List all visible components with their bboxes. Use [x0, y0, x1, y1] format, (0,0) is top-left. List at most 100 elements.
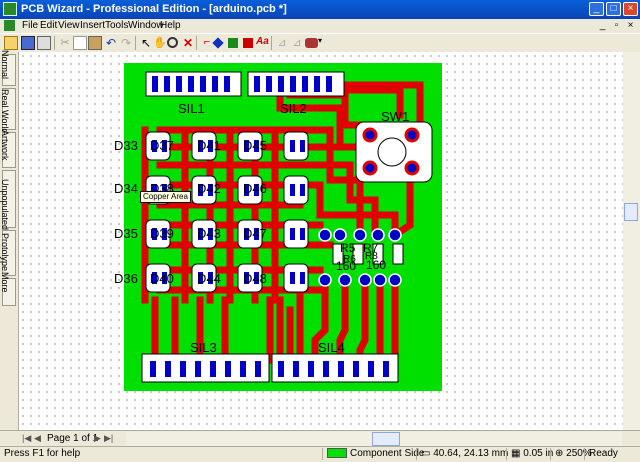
status-state: Ready — [584, 448, 640, 460]
tab-normal[interactable]: Normal — [0, 50, 16, 86]
tab-artwork[interactable]: Artwork — [0, 130, 16, 168]
r7-value: 160 — [366, 258, 386, 272]
menu-file[interactable]: File — [22, 20, 38, 31]
status-help: Press F1 for help — [4, 448, 81, 459]
sil2-label: SIL2 — [280, 101, 307, 116]
tab-protolype[interactable]: Protolype — [0, 230, 16, 276]
cut-icon[interactable]: ✂ — [58, 36, 72, 50]
app-icon — [3, 2, 17, 16]
solder-mask-icon[interactable] — [243, 38, 253, 48]
maximize-button[interactable]: □ — [606, 2, 621, 16]
r5-label: R5 — [340, 241, 356, 255]
pointer-icon[interactable]: ↖ — [139, 36, 153, 50]
zoom-icon: ⊕ — [555, 448, 567, 459]
sil1-label: SIL1 — [178, 101, 205, 116]
doc-restore-button[interactable]: ▫ — [610, 20, 623, 32]
menu-edit[interactable]: Edit — [40, 20, 57, 31]
pcb-canvas[interactable]: SIL1 SIL2 SIL3 SIL4 SW1 D33 D34 D35 D36 … — [19, 52, 623, 430]
sil3-outline — [141, 353, 270, 383]
next-page-icon[interactable]: ▶ — [94, 433, 101, 444]
d48-label: D48 — [243, 271, 267, 286]
d39-label: D39 — [150, 226, 174, 241]
tab-unpopulated[interactable]: Unpopulated — [0, 170, 16, 230]
page-nav-bar: |◀ ◀ Page 1 of 1 ▶ ▶| — [0, 430, 640, 447]
vertical-scrollbar[interactable] — [623, 52, 640, 430]
window-title: PCB Wizard - Professional Edition - [ard… — [21, 3, 287, 15]
toolbar: ✂ ↶ ↷ ↖ ✋ ✕ ⌐ Aa ⊿ ⊿ ▾ — [0, 33, 640, 53]
copy-icon[interactable] — [73, 36, 87, 50]
undo-icon[interactable]: ↶ — [104, 36, 118, 50]
separator — [54, 36, 55, 50]
minimize-button[interactable]: _ — [589, 2, 604, 16]
menu-view[interactable]: View — [58, 20, 80, 31]
d43-label: D43 — [197, 226, 221, 241]
first-page-icon[interactable]: |◀ — [22, 433, 31, 444]
delete-icon[interactable]: ✕ — [181, 36, 195, 50]
status-bar: Press F1 for help Component Side ▭ 40.64… — [0, 446, 640, 462]
d45-label: D45 — [243, 138, 267, 153]
vertical-scroll-thumb[interactable] — [624, 203, 638, 221]
status-zoom: ⊕ 250% — [550, 448, 592, 460]
horizontal-scrollbar[interactable] — [126, 432, 622, 446]
layer-label: Component Side — [350, 448, 425, 459]
d33-label: D33 — [114, 138, 138, 153]
doc-minimize-button[interactable]: _ — [596, 20, 609, 32]
prev-page-icon[interactable]: ◀ — [34, 433, 41, 444]
pan-hand-icon[interactable]: ✋ — [153, 36, 167, 50]
status-grid: ▦ 0.05 in — [506, 448, 553, 460]
menu-help[interactable]: Help — [160, 20, 181, 31]
menu-bar: File Edit View Insert Tools Window Help … — [0, 19, 640, 33]
document-icon — [4, 20, 15, 31]
align-icon[interactable]: ⊿ — [275, 36, 289, 50]
d47-label: D47 — [243, 226, 267, 241]
menu-tools[interactable]: Tools — [105, 20, 128, 31]
d40-label: D40 — [150, 271, 174, 286]
d35-label: D35 — [114, 226, 138, 241]
save-icon[interactable] — [21, 36, 35, 50]
d37-label: D37 — [150, 138, 174, 153]
title-bar: PCB Wizard - Professional Edition - [ard… — [0, 0, 640, 19]
d41-label: D41 — [197, 138, 221, 153]
view-tabs: Normal Real World Artwork Unpopulated Pr… — [0, 50, 19, 430]
layer-swatch — [327, 448, 347, 459]
d36-label: D36 — [114, 271, 138, 286]
pcb-board[interactable]: SIL1 SIL2 SIL3 SIL4 SW1 D33 D34 D35 D36 … — [19, 52, 623, 430]
page-indicator: Page 1 of 1 — [47, 433, 99, 444]
zoom-icon[interactable] — [167, 37, 178, 48]
chevron-down-icon[interactable]: ▾ — [318, 36, 332, 50]
text-icon[interactable]: Aa — [256, 36, 270, 50]
status-layer: Component Side — [322, 448, 425, 460]
print-icon[interactable] — [37, 36, 51, 50]
sw1-label: SW1 — [381, 109, 409, 124]
coords-value: 40.64, 24.13 mm — [433, 448, 509, 459]
separator — [135, 36, 136, 50]
d34-label: D34 — [114, 181, 138, 196]
redo-icon[interactable]: ↷ — [119, 36, 133, 50]
grid-value: 0.05 in — [523, 448, 554, 459]
doc-close-button[interactable]: × — [624, 20, 637, 32]
d46-label: D46 — [243, 181, 267, 196]
sil4-outline — [271, 353, 399, 383]
copper-area-icon[interactable] — [228, 38, 238, 48]
ruler-icon: ▭ — [421, 448, 434, 459]
open-icon[interactable] — [4, 36, 18, 50]
tooltip: Copper Area — [140, 191, 191, 203]
separator — [196, 36, 197, 50]
d44-label: D44 — [197, 271, 221, 286]
close-button[interactable]: × — [623, 2, 638, 16]
tab-real-world[interactable]: Real World — [0, 88, 16, 133]
pad-icon[interactable] — [212, 37, 224, 49]
horizontal-scroll-thumb[interactable] — [372, 432, 400, 446]
sil3-label: SIL3 — [190, 340, 217, 355]
menu-window[interactable]: Window — [128, 20, 164, 31]
d42-label: D42 — [197, 181, 221, 196]
component-icon[interactable] — [305, 38, 318, 48]
separator — [271, 36, 272, 50]
sil4-label: SIL4 — [318, 340, 345, 355]
last-page-icon[interactable]: ▶| — [104, 433, 113, 444]
menu-insert[interactable]: Insert — [80, 20, 105, 31]
grid-icon: ▦ — [511, 448, 524, 459]
paste-icon[interactable] — [88, 36, 102, 50]
tab-more[interactable]: More — [0, 272, 16, 306]
mirror-icon[interactable]: ⊿ — [290, 36, 304, 50]
